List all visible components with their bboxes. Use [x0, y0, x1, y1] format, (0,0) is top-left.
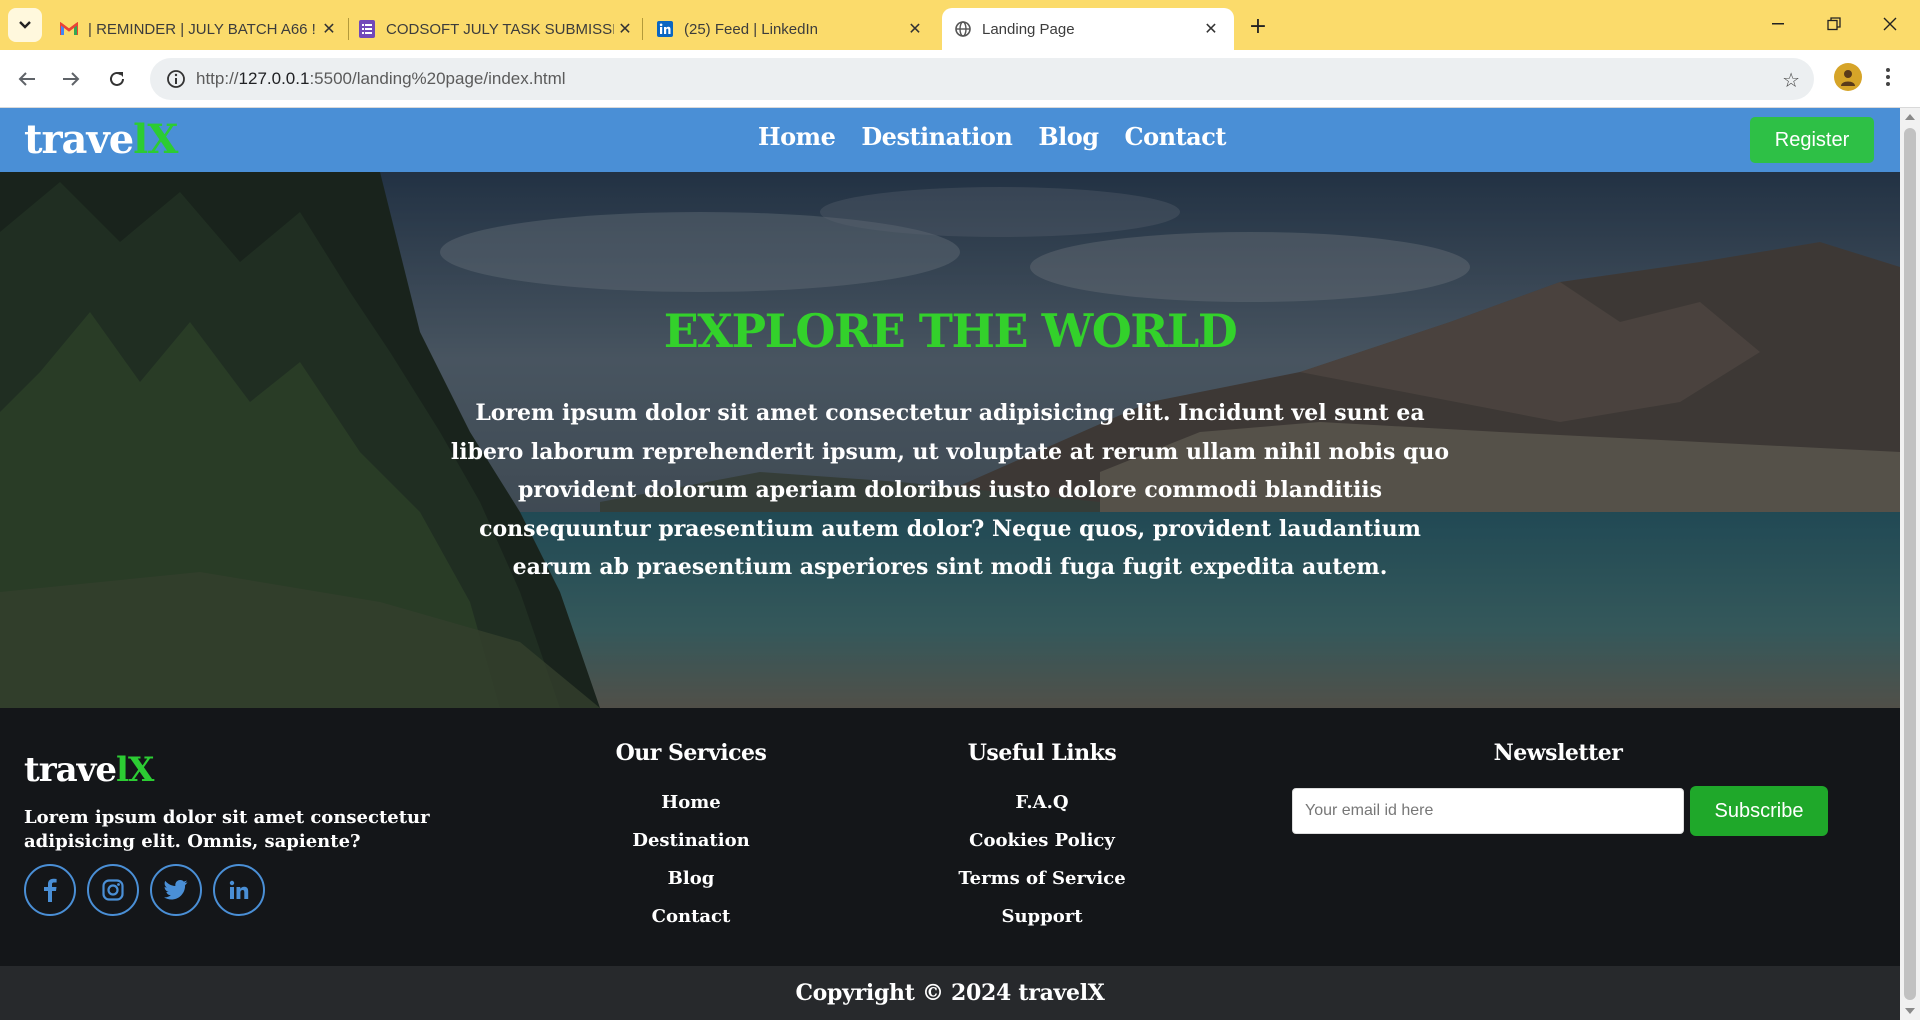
arrow-right-icon	[63, 72, 80, 86]
site-logo[interactable]: travelX	[24, 116, 178, 163]
instagram-icon	[102, 879, 124, 901]
main-nav: Home Destination Blog Contact	[758, 122, 1226, 151]
url-host: 127.0.0.1	[238, 69, 310, 88]
scroll-up-icon[interactable]	[1905, 114, 1915, 120]
site-footer: travelX Lorem ipsum dolor sit amet conse…	[0, 708, 1900, 966]
logo-accent: lX	[133, 116, 178, 163]
reload-icon	[110, 71, 124, 86]
tab-title: CODSOFT JULY TASK SUBMISSI	[386, 20, 614, 38]
close-icon	[1883, 17, 1897, 31]
logo-accent: lX	[116, 750, 154, 790]
page-scrollbar[interactable]	[1900, 108, 1920, 1020]
profile-avatar[interactable]	[1834, 63, 1862, 91]
facebook-icon	[44, 878, 57, 902]
tab-title: (25) Feed | LinkedIn	[684, 20, 818, 38]
tab-divider	[348, 18, 349, 40]
tab-search-button[interactable]	[8, 8, 42, 42]
tab-codsoft[interactable]: CODSOFT JULY TASK SUBMISSI ✕	[358, 8, 636, 50]
plus-icon: +	[1248, 13, 1268, 39]
reload-button[interactable]	[102, 64, 132, 94]
restore-icon	[1827, 17, 1841, 31]
linkedin-icon	[656, 20, 674, 38]
footer-link-faq[interactable]: F.A.Q	[942, 784, 1142, 822]
site-info-icon[interactable]	[156, 69, 196, 89]
new-tab-button[interactable]: +	[1244, 12, 1272, 40]
tab-divider	[642, 18, 643, 40]
instagram-link[interactable]	[87, 864, 139, 916]
twitter-link[interactable]	[150, 864, 202, 916]
browser-tab-bar: | REMINDER | JULY BATCH A66 ! ✕ CODSOFT …	[0, 0, 1920, 50]
bookmark-star-icon[interactable]: ☆	[1782, 68, 1800, 92]
arrow-left-icon	[18, 72, 35, 86]
footer-useful-links-column: Useful Links F.A.Q Cookies Policy Terms …	[942, 740, 1142, 936]
tab-title: Landing Page	[982, 20, 1075, 38]
nav-contact[interactable]: Contact	[1125, 122, 1227, 151]
logo-text: trave	[24, 750, 117, 790]
close-tab-icon[interactable]: ✕	[1200, 18, 1222, 40]
address-bar[interactable]: http://127.0.0.1:5500/landing%20page/ind…	[150, 58, 1814, 100]
social-links	[24, 864, 265, 916]
footer-link-home[interactable]: Home	[591, 784, 791, 822]
minimize-button[interactable]	[1750, 0, 1806, 48]
footer-link-terms[interactable]: Terms of Service	[942, 860, 1142, 898]
tab-landing-page[interactable]: Landing Page ✕	[942, 8, 1234, 50]
tab-linkedin[interactable]: (25) Feed | LinkedIn ✕	[656, 8, 926, 50]
copyright-bar: Copyright © 2024 travelX	[0, 966, 1900, 1020]
footer-services-column: Our Services Home Destination Blog Conta…	[591, 740, 791, 936]
scroll-down-icon[interactable]	[1905, 1008, 1915, 1014]
nav-destination[interactable]: Destination	[861, 122, 1012, 151]
footer-link-blog[interactable]: Blog	[591, 860, 791, 898]
footer-link-cookies[interactable]: Cookies Policy	[942, 822, 1142, 860]
close-tab-icon[interactable]: ✕	[614, 18, 636, 40]
more-vertical-icon	[1886, 68, 1890, 86]
hero-title: EXPLORE THE WORLD	[663, 304, 1238, 358]
footer-logo[interactable]: travelX	[24, 750, 154, 790]
close-tab-icon[interactable]: ✕	[904, 18, 926, 40]
scrollbar-thumb[interactable]	[1904, 128, 1916, 1000]
register-button[interactable]: Register	[1750, 117, 1874, 163]
person-icon	[1841, 70, 1855, 86]
hero-section: EXPLORE THE WORLD Lorem ipsum dolor sit …	[0, 172, 1900, 708]
useful-links-heading: Useful Links	[967, 740, 1117, 766]
newsletter-heading: Newsletter	[1493, 740, 1623, 766]
newsletter-email-input[interactable]	[1292, 788, 1684, 834]
tab-title: | REMINDER | JULY BATCH A66 !	[88, 20, 316, 38]
footer-about-text: Lorem ipsum dolor sit amet consectetur a…	[24, 807, 430, 852]
linkedin-link[interactable]	[213, 864, 265, 916]
logo-text: trave	[24, 116, 134, 163]
services-heading: Our Services	[615, 740, 767, 766]
back-button[interactable]	[12, 64, 42, 94]
copyright-text: Copyright © 2024 travelX	[795, 980, 1105, 1006]
restore-button[interactable]	[1806, 0, 1862, 48]
minimize-icon	[1772, 23, 1784, 25]
close-window-button[interactable]	[1862, 0, 1918, 48]
subscribe-button[interactable]: Subscribe	[1690, 786, 1828, 836]
footer-link-destination[interactable]: Destination	[591, 822, 791, 860]
gmail-icon	[60, 20, 78, 38]
linkedin-icon	[229, 880, 249, 899]
facebook-link[interactable]	[24, 864, 76, 916]
url-text: http://127.0.0.1:5500/landing%20page/ind…	[196, 69, 566, 89]
tab-gmail[interactable]: | REMINDER | JULY BATCH A66 ! ✕	[60, 8, 340, 50]
page-viewport: travelX Home Destination Blog Contact Re…	[0, 108, 1920, 1020]
twitter-icon	[164, 880, 188, 900]
browser-toolbar: http://127.0.0.1:5500/landing%20page/ind…	[0, 50, 1920, 108]
footer-link-contact[interactable]: Contact	[591, 898, 791, 936]
nav-blog[interactable]: Blog	[1038, 122, 1099, 151]
url-path: :5500/landing%20page/index.html	[309, 69, 566, 88]
chevron-down-icon	[19, 21, 31, 29]
footer-newsletter-column: Newsletter	[1458, 740, 1658, 784]
nav-home[interactable]: Home	[758, 122, 836, 151]
footer-link-support[interactable]: Support	[942, 898, 1142, 936]
forward-button[interactable]	[56, 64, 86, 94]
browser-menu-button[interactable]	[1878, 62, 1898, 92]
url-scheme: http://	[196, 69, 239, 88]
forms-icon	[358, 20, 376, 38]
site-header: travelX Home Destination Blog Contact Re…	[0, 108, 1900, 172]
globe-icon	[954, 20, 972, 38]
close-tab-icon[interactable]: ✕	[318, 18, 340, 40]
hero-description: Lorem ipsum dolor sit amet consectetur a…	[450, 400, 1450, 580]
